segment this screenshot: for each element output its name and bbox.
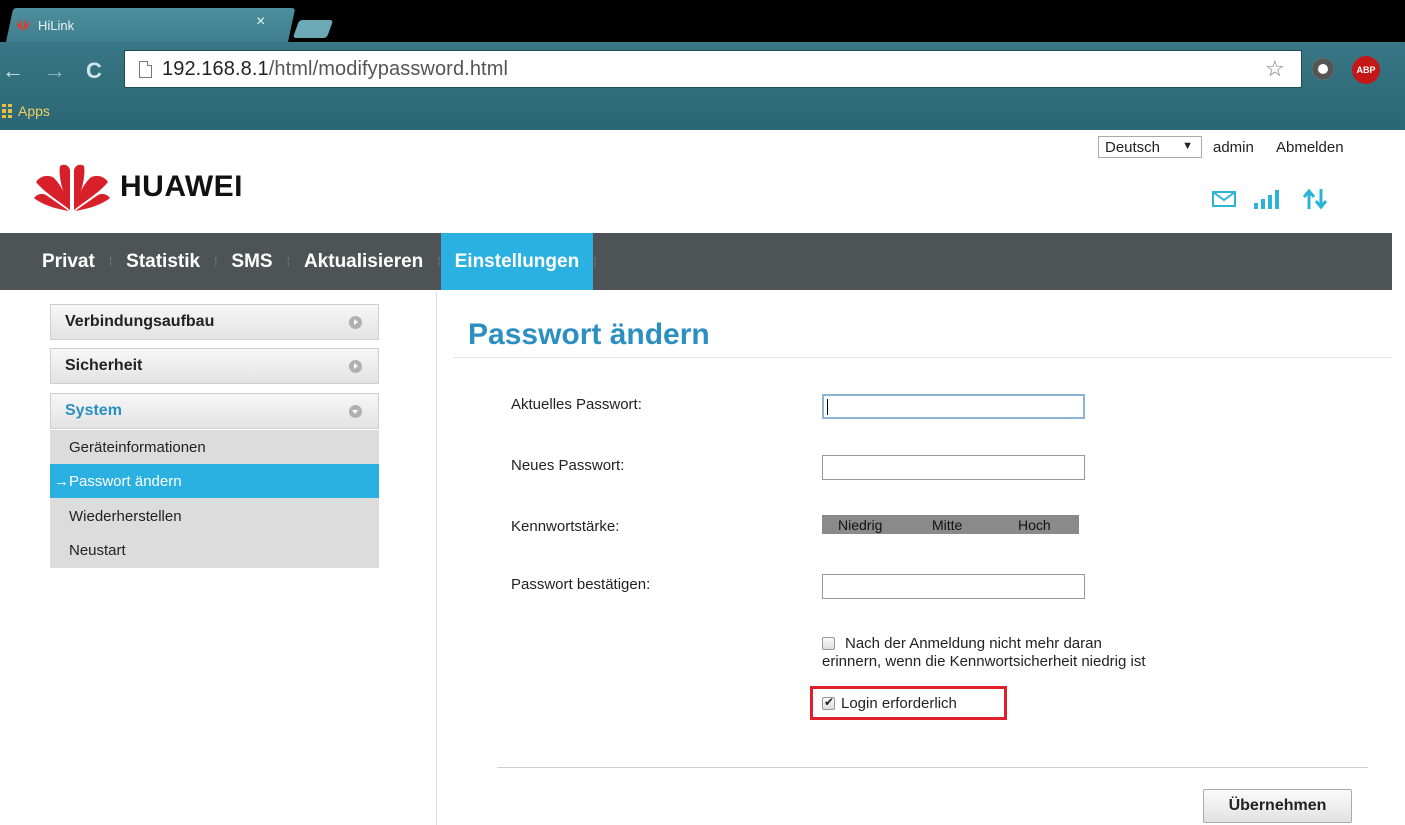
huawei-favicon-icon [14, 18, 32, 32]
reminder-checkbox-label: Nach der Anmeldung nicht mehr daran [845, 635, 1102, 652]
new-tab-button[interactable] [292, 20, 334, 38]
signal-strength-icon [1254, 190, 1279, 209]
page-title: Passwort ändern [468, 318, 710, 351]
browser-chrome: HiLink × ← → C 192.168.8.1/html/modifypa… [0, 0, 1405, 130]
sidebar-group-label: System [65, 402, 122, 419]
nav-aktualisieren[interactable]: Aktualisieren [290, 233, 437, 290]
strength-label: Kennwortstärke: [511, 518, 620, 535]
extension-icon[interactable] [1312, 58, 1334, 80]
language-select[interactable]: Deutsch ▼ [1098, 136, 1202, 158]
form-divider [497, 767, 1368, 768]
huawei-logo[interactable]: HUAWEI [34, 162, 243, 212]
login-required-option[interactable]: Login erforderlich [810, 686, 1007, 720]
strength-medium: Mitte [932, 516, 963, 533]
nav-privat[interactable]: Privat [0, 233, 109, 290]
content-divider [436, 292, 437, 825]
reload-icon[interactable]: C [86, 58, 102, 84]
tab-title: HiLink [38, 17, 75, 33]
sidebar-group-label: Sicherheit [65, 357, 143, 374]
bookmark-star-icon[interactable]: ☆ [1265, 56, 1285, 82]
title-divider [454, 357, 1392, 358]
chevron-down-icon: ▼ [1182, 140, 1193, 152]
confirm-password-input[interactable] [822, 574, 1085, 599]
expand-arrow-icon [349, 360, 362, 373]
confirm-password-label: Passwort bestätigen: [511, 576, 651, 593]
main-nav: Privat ⁞ Statistik ⁞ SMS ⁞ Aktualisieren… [0, 233, 1392, 290]
adblock-plus-icon[interactable]: ABP [1352, 56, 1380, 84]
mail-icon[interactable] [1212, 191, 1236, 207]
apps-label: Apps [18, 103, 50, 119]
status-icons [1212, 188, 1328, 210]
sidebar-item-wiederherstellen[interactable]: Wiederherstellen [50, 499, 379, 533]
apps-bookmark[interactable]: Apps [2, 103, 50, 119]
sidebar-group-sicherheit[interactable]: Sicherheit [50, 348, 379, 384]
strength-low: Niedrig [838, 516, 883, 533]
text-caret [827, 399, 828, 415]
collapse-arrow-icon [349, 405, 362, 418]
forward-arrow-icon[interactable]: → [44, 58, 66, 84]
username: admin [1213, 139, 1254, 156]
sidebar-item-geraeteinformationen[interactable]: Geräteinformationen [50, 430, 379, 464]
browser-tab-content[interactable]: HiLink [14, 10, 264, 40]
sidebar-submenu: Geräteinformationen →Passwort ändern Wie… [50, 430, 379, 568]
nav-einstellungen[interactable]: Einstellungen [440, 233, 594, 290]
reminder-checkbox-label-continued: erinnern, wenn die Kennwortsicherheit ni… [822, 653, 1146, 670]
url-text: 192.168.8.1/html/modifypassword.html [162, 58, 508, 81]
sidebar-item-neustart[interactable]: Neustart [50, 533, 379, 567]
apply-button[interactable]: Übernehmen [1203, 789, 1352, 823]
sidebar-item-passwort-aendern[interactable]: →Passwort ändern [50, 464, 379, 498]
new-password-label: Neues Passwort: [511, 457, 625, 474]
current-password-input[interactable] [822, 394, 1085, 419]
apps-grid-icon [2, 104, 12, 118]
login-required-label: Login erforderlich [841, 694, 957, 712]
url-host: 192.168.8.1 [162, 57, 269, 80]
new-password-input[interactable] [822, 455, 1085, 480]
brand-name: HUAWEI [120, 170, 243, 203]
address-bar[interactable]: 192.168.8.1/html/modifypassword.html [124, 50, 1302, 88]
tab-close-icon[interactable]: × [256, 14, 265, 30]
nav-statistik[interactable]: Statistik [112, 233, 214, 290]
data-transfer-icon [1302, 188, 1328, 210]
sidebar-group-label: Verbindungsaufbau [65, 313, 215, 330]
page-icon [139, 60, 152, 78]
nav-sms[interactable]: SMS [217, 233, 286, 290]
url-path: /html/modifypassword.html [268, 57, 509, 80]
back-arrow-icon[interactable]: ← [2, 58, 24, 84]
logout-link[interactable]: Abmelden [1276, 139, 1344, 156]
language-value: Deutsch [1105, 138, 1161, 156]
password-strength-meter: Niedrig Mitte Hoch [822, 515, 1079, 534]
strength-high: Hoch [1018, 516, 1051, 533]
login-required-checkbox[interactable] [822, 695, 835, 710]
sidebar-group-system[interactable]: System [50, 393, 379, 429]
current-password-label: Aktuelles Passwort: [511, 396, 642, 413]
expand-arrow-icon [349, 316, 362, 329]
nav-separator: ⁞ [593, 254, 597, 269]
reminder-checkbox[interactable] [822, 637, 835, 650]
sidebar-group-verbindungsaufbau[interactable]: Verbindungsaufbau [50, 304, 379, 340]
huawei-flower-icon [34, 164, 110, 211]
